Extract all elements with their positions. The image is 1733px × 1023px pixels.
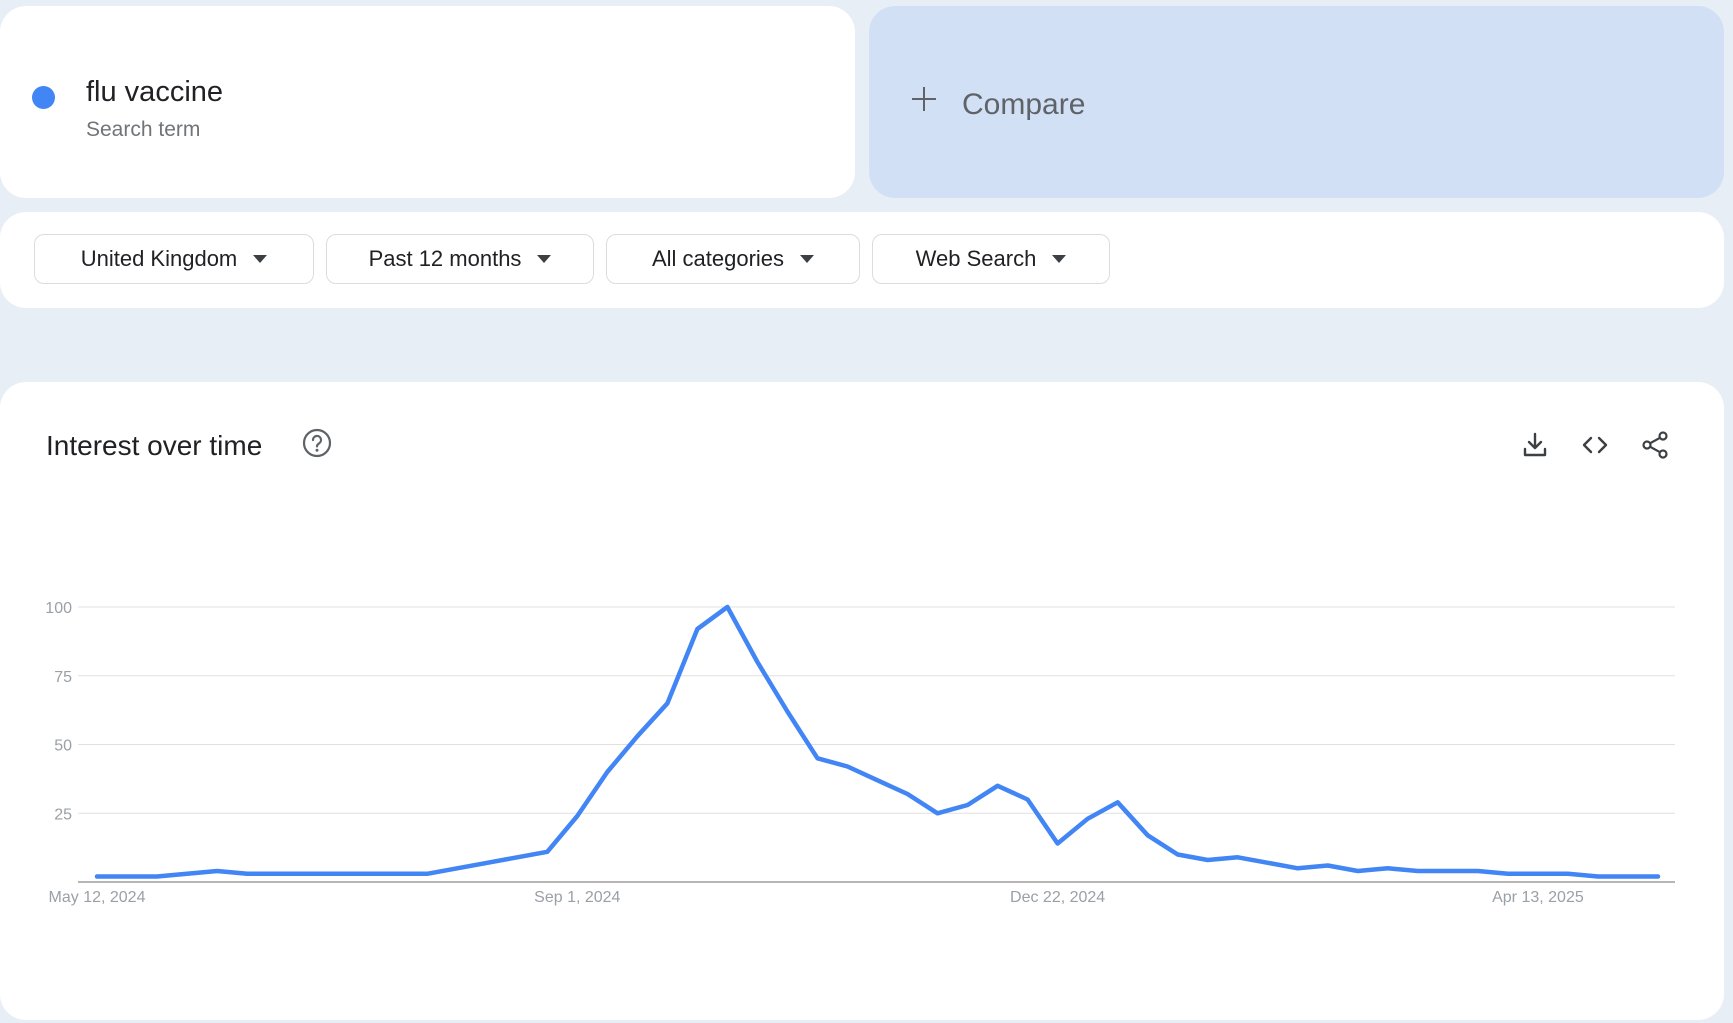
y-tick-label: 75 (54, 669, 72, 686)
search-type-dropdown[interactable]: Web Search (872, 234, 1110, 284)
chevron-down-icon (800, 255, 815, 263)
chevron-down-icon (1052, 255, 1067, 263)
chevron-down-icon (253, 255, 268, 263)
x-tick-label: Sep 1, 2024 (534, 889, 620, 906)
region-dropdown[interactable]: United Kingdom (34, 234, 314, 284)
search-type-dropdown-label: Web Search (915, 246, 1037, 271)
filter-bar: United Kingdom Past 12 months All catego… (0, 212, 1724, 308)
chevron-down-icon (537, 255, 552, 263)
x-tick-label: Apr 13, 2025 (1492, 889, 1584, 906)
category-dropdown-label: All categories (651, 246, 785, 271)
compare-button[interactable]: Compare (869, 6, 1724, 198)
y-tick-label: 50 (54, 738, 72, 755)
series-line (94, 604, 1661, 879)
search-term-name[interactable]: flu vaccine (86, 76, 223, 109)
time-range-dropdown[interactable]: Past 12 months (326, 234, 594, 284)
series-color-dot (32, 86, 55, 109)
search-term-card[interactable]: flu vaccine Search term (0, 6, 855, 198)
y-tick-label: 100 (45, 600, 72, 617)
plus-icon (911, 86, 937, 112)
time-range-dropdown-label: Past 12 months (368, 246, 522, 271)
interest-over-time-card: Interest over time 100 75 50 25 May 12, 2024… (0, 382, 1724, 1020)
region-dropdown-label: United Kingdom (80, 246, 238, 271)
y-tick-label: 25 (54, 806, 72, 823)
compare-label: Compare (962, 88, 1086, 121)
interest-line-chart: 100 75 50 25 May 12, 2024 Sep 1, 2024 Dec 22, … (45, 600, 1675, 906)
x-tick-label: May 12, 2024 (49, 889, 146, 906)
x-tick-label: Dec 22, 2024 (1010, 889, 1105, 906)
category-dropdown[interactable]: All categories (606, 234, 860, 284)
search-term-type: Search term (86, 118, 201, 141)
